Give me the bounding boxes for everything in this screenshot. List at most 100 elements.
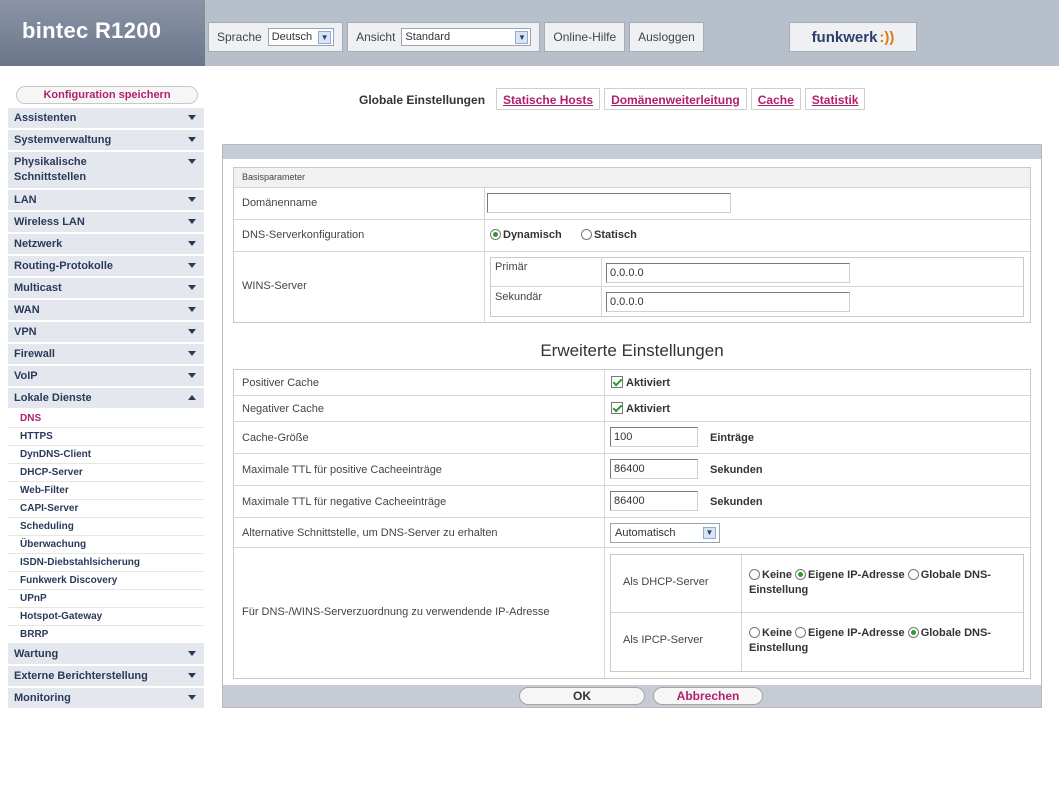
section-header: Basisparameter bbox=[242, 172, 306, 182]
sidebar-item-routing-protokolle[interactable]: Routing-Protokolle bbox=[8, 256, 204, 278]
online-help-button[interactable]: Online-Hilfe bbox=[544, 22, 626, 52]
radio-unselected-icon bbox=[749, 569, 760, 580]
alt-interface-select[interactable]: Automatisch ▼ bbox=[610, 523, 720, 543]
divider bbox=[604, 422, 605, 453]
divider bbox=[604, 454, 605, 485]
negative-cache-label: Negativer Cache bbox=[242, 403, 324, 415]
dns-dynamic-label: Dynamisch bbox=[503, 229, 562, 241]
logout-label: Ausloggen bbox=[638, 30, 695, 44]
max-ttl-negative-input[interactable]: 86400 bbox=[610, 491, 698, 511]
ipcp-server-label: Als IPCP-Server bbox=[623, 634, 704, 646]
sidebar-item-externe-berichterstellung[interactable]: Externe Berichterstellung bbox=[8, 666, 204, 688]
radio-unselected-icon bbox=[581, 229, 592, 240]
dns-static-option[interactable]: Statisch bbox=[581, 229, 637, 241]
chevron-down-icon bbox=[188, 159, 196, 164]
tab-statistik[interactable]: Statistik bbox=[804, 88, 866, 110]
negative-cache-option: Aktiviert bbox=[626, 403, 671, 415]
language-select[interactable]: Deutsch ▼ bbox=[267, 28, 335, 46]
sidebar-item-label: Systemverwaltung bbox=[14, 134, 112, 146]
radio-selected-icon bbox=[795, 569, 807, 580]
chevron-down-icon bbox=[188, 263, 196, 268]
online-help-label: Online-Hilfe bbox=[553, 30, 617, 44]
sidebar-subitem-dhcp-server[interactable]: DHCP-Server bbox=[8, 464, 204, 482]
sidebar-subitem-https[interactable]: HTTPS bbox=[8, 428, 204, 446]
cache-size-input[interactable]: 100 bbox=[610, 427, 698, 447]
max-ttl-positive-input[interactable]: 86400 bbox=[610, 459, 698, 479]
checkbox-checked-icon bbox=[611, 402, 623, 414]
sidebar-item-voip[interactable]: VoIP bbox=[8, 366, 204, 388]
sidebar-item-firewall[interactable]: Firewall bbox=[8, 344, 204, 366]
advanced-settings-title: Erweiterte Einstellungen bbox=[540, 341, 724, 360]
sidebar-item-label: Wartung bbox=[14, 648, 59, 660]
tab-cache[interactable]: Cache bbox=[750, 88, 801, 110]
sidebar-item-multicast[interactable]: Multicast bbox=[8, 278, 204, 300]
dns-dynamic-option[interactable]: Dynamisch bbox=[490, 229, 562, 241]
tab-statische-hosts[interactable]: Statische Hosts bbox=[496, 88, 601, 110]
sidebar-subitem-brrp[interactable]: BRRP bbox=[8, 626, 204, 644]
sidebar-subitem-funkwerk-discovery[interactable]: Funkwerk Discovery bbox=[8, 572, 204, 590]
sidebar-item-physikalische-schnittstellen[interactable]: Physikalische Schnittstellen bbox=[8, 152, 204, 190]
sidebar-item-lokale-dienste[interactable]: Lokale Dienste bbox=[8, 388, 204, 410]
positive-cache-checkbox[interactable]: Aktiviert bbox=[611, 376, 670, 389]
ipcp-option-none[interactable]: Keine bbox=[749, 627, 792, 639]
funkwerk-logo: funkwerk:)) bbox=[789, 22, 917, 52]
ok-button[interactable]: OK bbox=[519, 687, 645, 705]
sidebar-item-lan[interactable]: LAN bbox=[8, 190, 204, 212]
chevron-down-icon bbox=[188, 197, 196, 202]
sidebar: Konfiguration speichern Assistenten Syst… bbox=[8, 86, 204, 710]
logout-button[interactable]: Ausloggen bbox=[629, 22, 704, 52]
max-ttl-positive-label: Maximale TTL für positive Cacheeinträge bbox=[242, 464, 442, 476]
top-toolbar: Sprache Deutsch ▼ Ansicht Standard ▼ Onl… bbox=[208, 22, 708, 52]
cancel-button[interactable]: Abbrechen bbox=[653, 687, 763, 705]
sidebar-subitem-upnp[interactable]: UPnP bbox=[8, 590, 204, 608]
dhcp-server-label: Als DHCP-Server bbox=[623, 576, 709, 588]
chevron-down-icon bbox=[188, 695, 196, 700]
sidebar-item-label: WAN bbox=[14, 304, 40, 316]
sidebar-subitem-hotspot-gateway[interactable]: Hotspot-Gateway bbox=[8, 608, 204, 626]
sidebar-item-vpn[interactable]: VPN bbox=[8, 322, 204, 344]
save-configuration-button[interactable]: Konfiguration speichern bbox=[16, 86, 198, 104]
language-label: Sprache bbox=[217, 30, 262, 44]
chevron-down-icon bbox=[188, 115, 196, 120]
sidebar-item-systemverwaltung[interactable]: Systemverwaltung bbox=[8, 130, 204, 152]
chevron-down-icon bbox=[188, 307, 196, 312]
sidebar-item-wartung[interactable]: Wartung bbox=[8, 644, 204, 666]
wins-secondary-input[interactable]: 0.0.0.0 bbox=[606, 292, 850, 312]
chevron-down-icon: ▼ bbox=[318, 30, 332, 44]
wins-label: WINS-Server bbox=[242, 280, 307, 292]
sidebar-subitem-dns[interactable]: DNS bbox=[8, 410, 204, 428]
tab-globale-einstellungen[interactable]: Globale Einstellungen bbox=[352, 88, 493, 110]
chevron-down-icon bbox=[188, 241, 196, 246]
sidebar-subitem-web-filter[interactable]: Web-Filter bbox=[8, 482, 204, 500]
dhcp-option-none[interactable]: Keine bbox=[749, 569, 792, 581]
dhcp-option-own-ip[interactable]: Eigene IP-Adresse bbox=[795, 569, 905, 581]
domain-input[interactable] bbox=[487, 193, 731, 213]
sidebar-item-wan[interactable]: WAN bbox=[8, 300, 204, 322]
tab-bar: Globale Einstellungen Statische Hosts Do… bbox=[352, 88, 869, 110]
logo-text: funkwerk bbox=[811, 28, 878, 46]
wins-primary-input[interactable]: 0.0.0.0 bbox=[606, 263, 850, 283]
chevron-up-icon bbox=[188, 395, 196, 400]
sidebar-item-label: Lokale Dienste bbox=[14, 392, 92, 404]
wins-primary-row: Primär 0.0.0.0 bbox=[491, 258, 1023, 287]
sidebar-subitem-capi-server[interactable]: CAPI-Server bbox=[8, 500, 204, 518]
ipcp-option-own-ip[interactable]: Eigene IP-Adresse bbox=[795, 627, 905, 639]
negative-cache-checkbox[interactable]: Aktiviert bbox=[611, 402, 670, 415]
sidebar-item-monitoring[interactable]: Monitoring bbox=[8, 688, 204, 710]
sidebar-item-wireless-lan[interactable]: Wireless LAN bbox=[8, 212, 204, 234]
view-value: Standard bbox=[405, 31, 451, 43]
view-group: Ansicht Standard ▼ bbox=[347, 22, 541, 52]
sidebar-subitem-isdn-diebstahlsicherung[interactable]: ISDN-Diebstahlsicherung bbox=[8, 554, 204, 572]
divider bbox=[484, 188, 485, 219]
sidebar-item-label: Wireless LAN bbox=[14, 216, 85, 228]
domain-label: Domänenname bbox=[242, 197, 318, 209]
tab-domaenenweiterleitung[interactable]: Domänenweiterleitung bbox=[604, 88, 747, 110]
checkbox-checked-icon bbox=[611, 376, 623, 388]
view-select[interactable]: Standard ▼ bbox=[401, 28, 532, 46]
sidebar-subitem-scheduling[interactable]: Scheduling bbox=[8, 518, 204, 536]
sidebar-item-assistenten[interactable]: Assistenten bbox=[8, 108, 204, 130]
sidebar-subitem-ueberwachung[interactable]: Überwachung bbox=[8, 536, 204, 554]
sidebar-item-netzwerk[interactable]: Netzwerk bbox=[8, 234, 204, 256]
sidebar-subitem-dyndns-client[interactable]: DynDNS-Client bbox=[8, 446, 204, 464]
divider bbox=[604, 486, 605, 517]
